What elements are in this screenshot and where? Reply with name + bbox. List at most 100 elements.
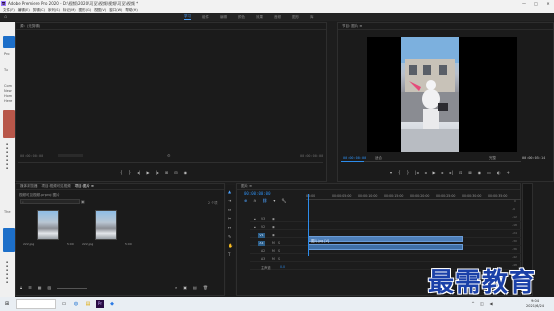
source-scrub-bar[interactable] (18, 162, 323, 163)
razor-tool-icon[interactable]: ✂ (228, 216, 231, 221)
video-clip[interactable]: 图片.jpg [V] (308, 236, 463, 243)
mute-toggle[interactable]: M (272, 241, 275, 245)
timeline-title[interactable]: 图片 ≡ (241, 184, 252, 189)
menu-window[interactable]: 窗口(W) (109, 8, 122, 13)
mark-out-icon[interactable]: } (129, 170, 132, 175)
solo-toggle[interactable]: S (278, 257, 280, 261)
menu-view[interactable]: 视图(V) (94, 8, 106, 13)
new-item-icon[interactable]: ▤ (193, 285, 197, 290)
icon-view-icon[interactable]: ▦ (38, 285, 42, 290)
volume-icon[interactable]: ◀ (488, 300, 494, 308)
new-bin-icon[interactable]: ▣ (81, 199, 85, 204)
timeline-timecode[interactable]: 00:00:00:00 (244, 191, 271, 196)
track-name[interactable]: A1 (258, 240, 265, 246)
tab-learn[interactable]: 学习 (184, 14, 191, 20)
marker-icon[interactable]: ▾ (390, 170, 392, 175)
premiere-taskbar-icon[interactable]: Pr (96, 300, 104, 308)
trash-icon[interactable]: 🗑︎ (203, 285, 208, 290)
snap-icon[interactable]: ∩ (253, 198, 256, 203)
linked-selection-icon[interactable]: ⛓︎ (262, 198, 267, 203)
file-explorer-icon[interactable]: ▤ (84, 300, 92, 308)
edge-browser-icon[interactable]: ◍ (72, 300, 80, 308)
new-bin-icon[interactable]: ▣ (183, 285, 187, 290)
lock-icon[interactable]: 🔒︎ (20, 285, 22, 290)
add-marker-icon[interactable]: ▾ (273, 198, 275, 203)
nest-icon[interactable]: ⊕ (244, 198, 247, 203)
mute-toggle[interactable]: M (272, 249, 275, 253)
audio-clip[interactable] (308, 244, 463, 250)
mark-in-icon[interactable]: { (120, 170, 123, 175)
play-icon[interactable]: ▶ (432, 170, 435, 175)
program-timecode[interactable]: 00:00:00:00 (343, 156, 366, 160)
track-select-tool-icon[interactable]: ⇥ (228, 198, 231, 203)
menu-clip[interactable]: 剪辑(C) (33, 8, 45, 13)
menu-markers[interactable]: 标记(M) (63, 8, 76, 13)
source-zoom-select[interactable] (58, 154, 83, 157)
tab-editing[interactable]: 编辑 (220, 15, 227, 20)
extract-icon[interactable]: ⊠ (468, 170, 471, 175)
tab-media-browser[interactable]: 媒体浏览器 (20, 184, 38, 189)
project-item-thumbnail[interactable] (95, 210, 117, 240)
project-search-input[interactable]: ⌕ (20, 199, 80, 204)
compare-icon[interactable]: ▭ (487, 170, 491, 175)
tab-assembly[interactable]: 组件 (202, 15, 209, 20)
ripple-edit-tool-icon[interactable]: ⇔ (228, 207, 231, 212)
list-view-icon[interactable]: ☰ (28, 285, 32, 290)
step-forward-icon[interactable]: |▸ (156, 170, 159, 175)
menu-graphics[interactable]: 图形(G) (79, 8, 91, 13)
go-to-in-icon[interactable]: |◂ (415, 170, 418, 175)
overwrite-icon[interactable]: ⊟ (174, 170, 177, 175)
network-icon[interactable]: ◫ (479, 300, 485, 308)
taskbar-search-box[interactable] (16, 299, 56, 309)
maximize-button[interactable]: □ (530, 0, 542, 7)
eye-icon[interactable]: ◉ (272, 225, 275, 229)
menu-file[interactable]: 文件(F) (3, 8, 15, 13)
menu-edit[interactable]: 编辑(E) (18, 8, 30, 13)
selection-tool-icon[interactable]: ▲ (228, 189, 231, 194)
task-view-icon[interactable]: ▭ (60, 300, 68, 308)
tray-chevron-icon[interactable]: ^ (470, 300, 476, 308)
hand-tool-icon[interactable]: ✋ (228, 243, 233, 248)
step-forward-icon[interactable]: ▸ (442, 170, 444, 175)
lift-icon[interactable]: ⊡ (459, 170, 462, 175)
slip-tool-icon[interactable]: ↔ (228, 225, 231, 230)
step-back-icon[interactable]: ◂| (137, 170, 140, 175)
lock-icon[interactable]: 🔒︎ (254, 217, 256, 221)
minimize-button[interactable]: — (518, 0, 530, 7)
menu-help[interactable]: 帮助(H) (125, 8, 137, 13)
program-scrub-bar[interactable] (341, 161, 521, 162)
home-icon[interactable]: ⌂ (4, 14, 10, 20)
taskbar-clock[interactable]: 9:04 2021/6/24 (520, 299, 550, 309)
freeform-view-icon[interactable]: ▨ (48, 285, 52, 290)
play-icon[interactable]: ▶ (146, 170, 149, 175)
go-to-out-icon[interactable]: ▸| (450, 170, 453, 175)
mark-in-icon[interactable]: { (398, 170, 401, 175)
master-volume[interactable]: 0.0 (280, 265, 285, 269)
close-button[interactable]: ✕ (542, 0, 554, 7)
mute-toggle[interactable]: M (272, 257, 275, 261)
tab-audio[interactable]: 音频 (274, 15, 281, 20)
tab-effects[interactable]: 效果 (256, 15, 263, 20)
windows-start-icon[interactable]: ⊞ (3, 300, 11, 308)
mark-out-icon[interactable]: } (407, 170, 410, 175)
tab-project-image[interactable]: 项目:图片 ≡ (75, 184, 94, 189)
solo-toggle[interactable]: S (278, 241, 280, 245)
menu-sequence[interactable]: 序列(S) (48, 8, 60, 13)
tab-libraries[interactable]: 库 (310, 15, 314, 20)
export-frame-icon[interactable]: ◉ (478, 170, 482, 175)
settings-icon[interactable]: ⚙ (167, 153, 171, 158)
pen-tool-icon[interactable]: ✎ (228, 234, 231, 239)
vr-icon[interactable]: ◐ (497, 170, 501, 175)
type-tool-icon[interactable]: T (228, 252, 230, 257)
project-item-thumbnail[interactable] (37, 210, 59, 240)
tab-color[interactable]: 颜色 (238, 15, 245, 20)
tab-graphics[interactable]: 图形 (292, 15, 299, 20)
track-row[interactable]: 🔒︎ V2 ◉ (250, 224, 521, 230)
track-name[interactable]: V1 (258, 232, 265, 238)
track-row[interactable]: 🔒︎ V3 ◉ (250, 216, 521, 222)
lock-icon[interactable]: 🔒︎ (254, 225, 256, 229)
zoom-slider[interactable] (57, 287, 88, 289)
tab-project-video[interactable]: 项目:视频可见视频 (42, 184, 71, 189)
search-icon[interactable]: ⌕ (175, 285, 177, 290)
timeline-ruler[interactable]: 00:00 00:00:05:00 00:00:10:00 00:00:15:0… (306, 194, 521, 200)
